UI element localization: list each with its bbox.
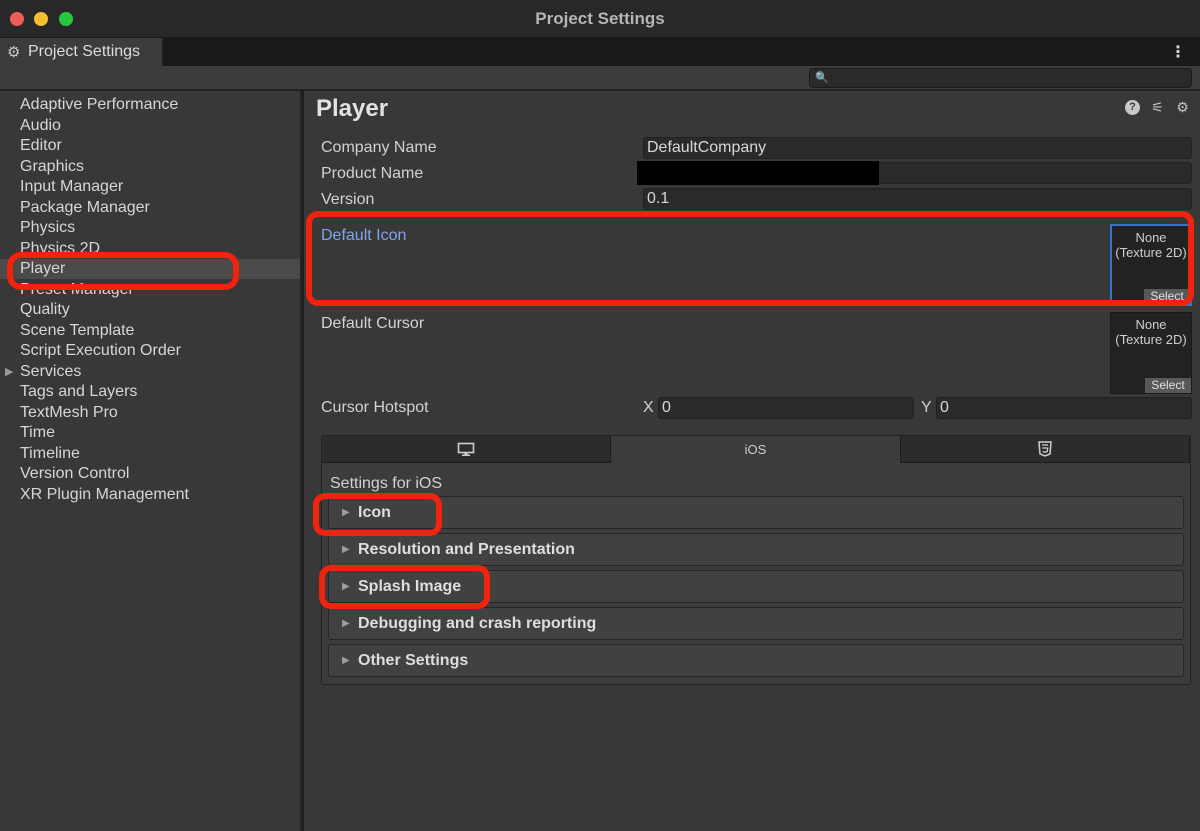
help-icon[interactable]: ?	[1125, 100, 1140, 115]
default-icon-texture-slot[interactable]: None (Texture 2D) Select	[1110, 224, 1192, 306]
sidebar-item-textmesh-pro[interactable]: TextMesh Pro	[0, 403, 300, 423]
sidebar-item-script-execution-order[interactable]: Script Execution Order	[0, 341, 300, 361]
hotspot-x-label: X	[643, 399, 654, 416]
section-label: Resolution and Presentation	[358, 541, 575, 558]
section-splash-image-foldout[interactable]: ▶ Splash Image	[328, 570, 1184, 603]
sidebar-item-version-control[interactable]: Version Control	[0, 464, 300, 484]
sidebar-item-player[interactable]: Player	[0, 259, 300, 279]
sidebar-item-preset-manager[interactable]: Preset Manager	[0, 280, 300, 300]
select-texture-button[interactable]: Select	[1145, 378, 1191, 393]
default-icon-label: Default Icon	[321, 227, 407, 244]
section-resolution-foldout[interactable]: ▶ Resolution and Presentation	[328, 533, 1184, 566]
chevron-right-icon: ▶	[342, 655, 350, 666]
player-settings-panel: Player ? ⚟ ⚙ Company Name DefaultCompany…	[304, 91, 1200, 831]
sidebar-item-services[interactable]: ▶ Services	[0, 362, 300, 382]
desktop-icon	[457, 442, 475, 456]
section-other-settings-foldout[interactable]: ▶ Other Settings	[328, 644, 1184, 677]
settings-sidebar: Adaptive Performance Audio Editor Graphi…	[0, 91, 302, 831]
sidebar-item-label: Services	[20, 362, 82, 380]
tab-strip: ⚙ Project Settings ⋮	[0, 38, 1200, 66]
hotspot-y-label: Y	[921, 399, 932, 416]
sidebar-item-scene-template[interactable]: Scene Template	[0, 321, 300, 341]
sidebar-item-editor[interactable]: Editor	[0, 136, 300, 156]
section-debugging-foldout[interactable]: ▶ Debugging and crash reporting	[328, 607, 1184, 640]
more-options-icon[interactable]: ⋮	[1170, 42, 1186, 62]
section-label: Icon	[358, 504, 391, 521]
sidebar-item-audio[interactable]: Audio	[0, 116, 300, 136]
sidebar-item-package-manager[interactable]: Package Manager	[0, 198, 300, 218]
chevron-right-icon: ▶	[342, 618, 350, 629]
search-box[interactable]: 🔍	[809, 68, 1192, 88]
chevron-right-icon: ▶	[342, 581, 350, 592]
tab-project-settings[interactable]: ⚙ Project Settings	[0, 38, 163, 66]
cursor-hotspot-label: Cursor Hotspot	[321, 399, 429, 416]
toolbar: 🔍	[0, 66, 1200, 90]
window-title-bar: Project Settings	[0, 0, 1200, 38]
presets-sliders-icon[interactable]: ⚟	[1150, 100, 1165, 115]
sidebar-item-timeline[interactable]: Timeline	[0, 444, 300, 464]
chevron-right-icon: ▶	[342, 507, 350, 518]
sidebar-item-time[interactable]: Time	[0, 423, 300, 443]
section-label: Debugging and crash reporting	[358, 615, 597, 632]
hotspot-y-field[interactable]: 0	[936, 397, 1192, 419]
sidebar-item-xr-plugin-management[interactable]: XR Plugin Management	[0, 485, 300, 505]
window-title: Project Settings	[535, 9, 665, 28]
product-name-label: Product Name	[321, 165, 424, 182]
version-field[interactable]: 0.1	[643, 188, 1192, 210]
default-cursor-texture-slot[interactable]: None (Texture 2D) Select	[1110, 312, 1192, 394]
tab-ios[interactable]: iOS	[611, 436, 901, 463]
sidebar-item-input-manager[interactable]: Input Manager	[0, 177, 300, 197]
sidebar-item-adaptive-performance[interactable]: Adaptive Performance	[0, 95, 300, 115]
search-input[interactable]	[830, 69, 1185, 87]
company-name-field[interactable]: DefaultCompany	[643, 137, 1192, 159]
sidebar-item-physics[interactable]: Physics	[0, 218, 300, 238]
tab-standalone[interactable]	[322, 436, 612, 463]
sidebar-item-graphics[interactable]: Graphics	[0, 157, 300, 177]
sidebar-item-physics-2d[interactable]: Physics 2D	[0, 239, 300, 259]
version-label: Version	[321, 191, 375, 208]
hotspot-x-field[interactable]: 0	[658, 397, 914, 419]
tab-label: Project Settings	[28, 43, 141, 60]
platform-tabs: iOS	[322, 436, 1190, 463]
gear-icon[interactable]: ⚙	[1175, 100, 1190, 115]
tab-webgl[interactable]	[900, 436, 1190, 463]
sidebar-item-tags-and-layers[interactable]: Tags and Layers	[0, 382, 300, 402]
chevron-right-icon: ▶	[342, 544, 350, 555]
texture-slot-type: (Texture 2D)	[1115, 245, 1187, 260]
section-label: Other Settings	[358, 652, 469, 669]
default-cursor-label: Default Cursor	[321, 315, 425, 332]
company-name-label: Company Name	[321, 139, 437, 156]
sidebar-item-quality[interactable]: Quality	[0, 300, 300, 320]
search-icon: 🔍	[815, 72, 829, 84]
html5-icon	[1037, 441, 1052, 457]
section-icon-foldout[interactable]: ▶ Icon	[328, 496, 1184, 529]
texture-slot-value: None	[1135, 230, 1167, 245]
settings-for-heading: Settings for iOS	[330, 475, 443, 492]
gear-icon: ⚙	[7, 44, 21, 61]
redacted-product-name	[637, 161, 879, 185]
platform-settings-box: iOS Settings for iOS ▶ Icon ▶ Resolution…	[321, 435, 1191, 685]
header-icons: ? ⚟ ⚙	[1125, 100, 1190, 115]
section-label: Splash Image	[358, 578, 462, 595]
page-title: Player	[316, 95, 389, 122]
expand-arrow-icon[interactable]: ▶	[5, 362, 13, 382]
texture-slot-value: None	[1135, 317, 1167, 332]
select-texture-button[interactable]: Select	[1144, 289, 1190, 304]
texture-slot-type: (Texture 2D)	[1115, 332, 1187, 347]
